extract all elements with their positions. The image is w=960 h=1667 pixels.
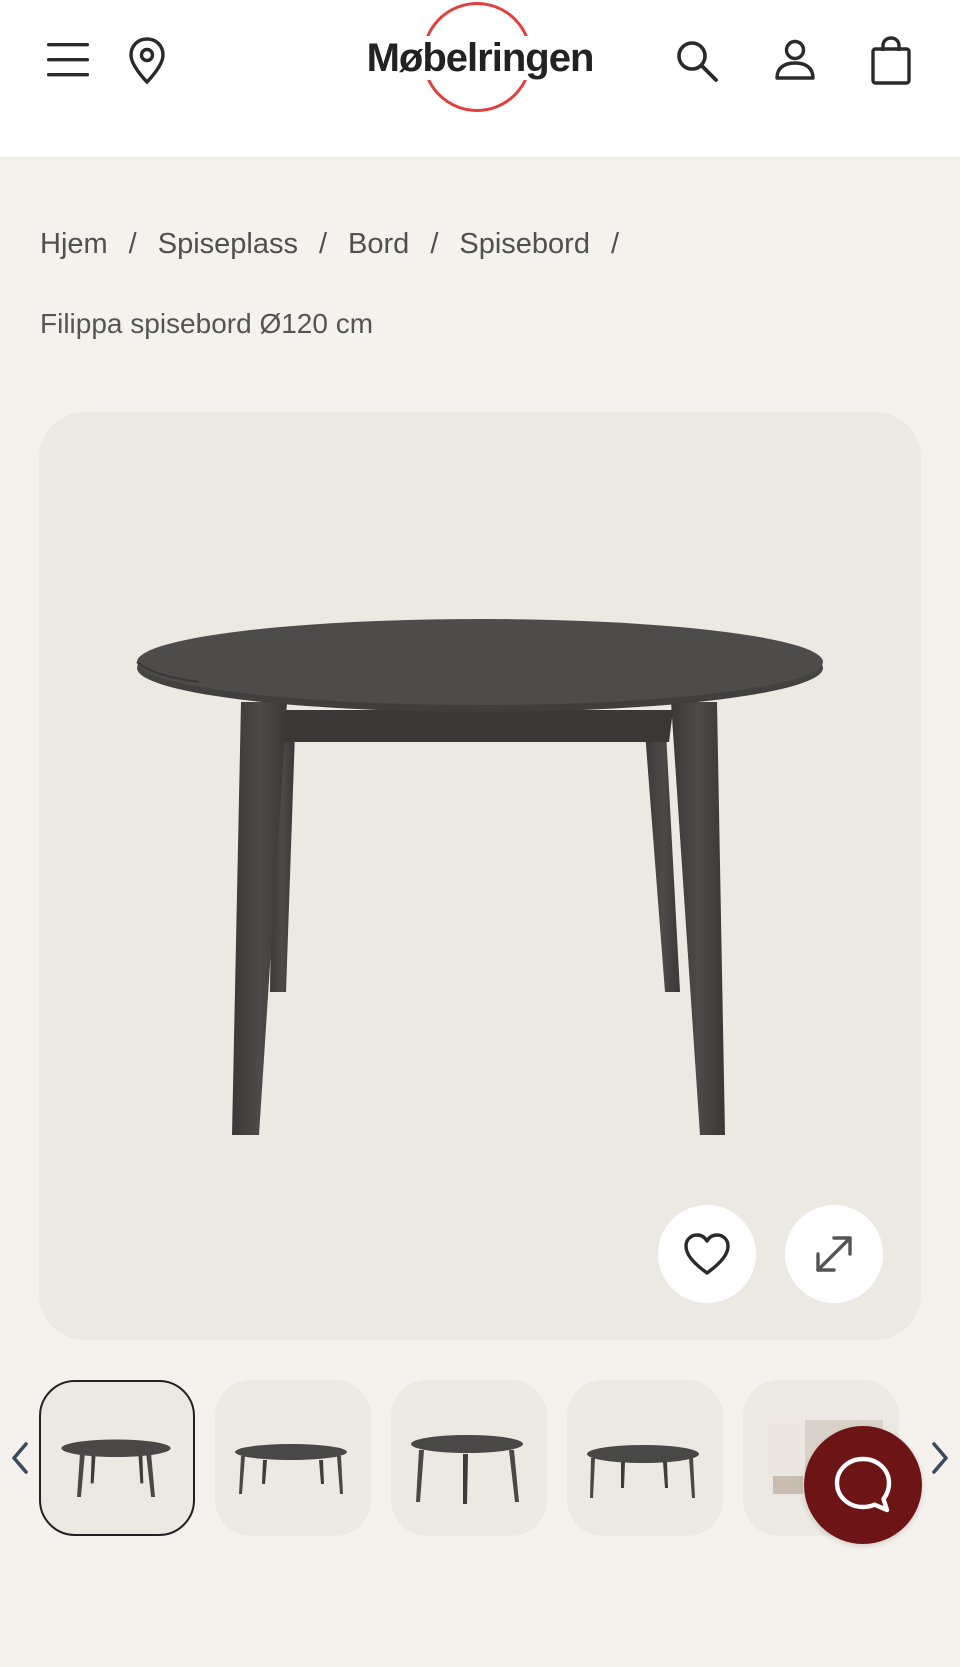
site-header: Møbelringen	[0, 0, 960, 157]
heart-icon	[684, 1233, 730, 1275]
account-button[interactable]	[770, 36, 820, 84]
chevron-right-icon	[932, 1442, 948, 1474]
product-image-gallery[interactable]	[39, 412, 921, 1340]
shopping-bag-icon	[871, 36, 911, 85]
thumbnail-4[interactable]	[567, 1380, 723, 1536]
breadcrumb: Hjem / Spiseplass / Bord / Spisebord /	[40, 228, 640, 261]
add-to-favorites-button[interactable]	[658, 1205, 756, 1303]
cart-button[interactable]	[866, 34, 916, 88]
breadcrumb-current-page: Filippa spisebord Ø120 cm	[40, 308, 374, 339]
menu-icon	[47, 43, 89, 77]
user-icon	[775, 39, 815, 80]
location-pin-icon	[129, 37, 165, 85]
search-icon	[677, 41, 718, 82]
breadcrumb-spiseplass[interactable]: Spiseplass	[158, 228, 298, 261]
menu-button[interactable]	[42, 36, 94, 84]
product-image-round-table	[136, 619, 823, 1135]
logo-wordmark: Møbelringen	[366, 36, 595, 80]
breadcrumb-separator: /	[430, 228, 439, 260]
site-logo[interactable]: Møbelringen	[340, 0, 620, 120]
breadcrumb-bord[interactable]: Bord	[348, 228, 409, 261]
chat-bubble-icon	[834, 1456, 892, 1513]
chat-button[interactable]	[804, 1426, 922, 1544]
fullscreen-button[interactable]	[785, 1205, 883, 1303]
thumbnail-3[interactable]	[391, 1380, 547, 1536]
breadcrumb-separator: /	[128, 228, 137, 260]
expand-icon	[816, 1236, 852, 1272]
thumbnails-next-button[interactable]	[924, 1436, 954, 1480]
search-button[interactable]	[672, 36, 722, 86]
store-locator-button[interactable]	[122, 34, 172, 88]
breadcrumb-separator: /	[318, 228, 328, 260]
breadcrumb-separator: /	[610, 228, 620, 260]
thumbnail-1[interactable]	[39, 1380, 195, 1536]
thumbnail-2[interactable]	[215, 1380, 371, 1536]
breadcrumb-spisebord[interactable]: Spisebord	[459, 228, 590, 261]
breadcrumb-hjem[interactable]: Hjem	[40, 228, 108, 261]
